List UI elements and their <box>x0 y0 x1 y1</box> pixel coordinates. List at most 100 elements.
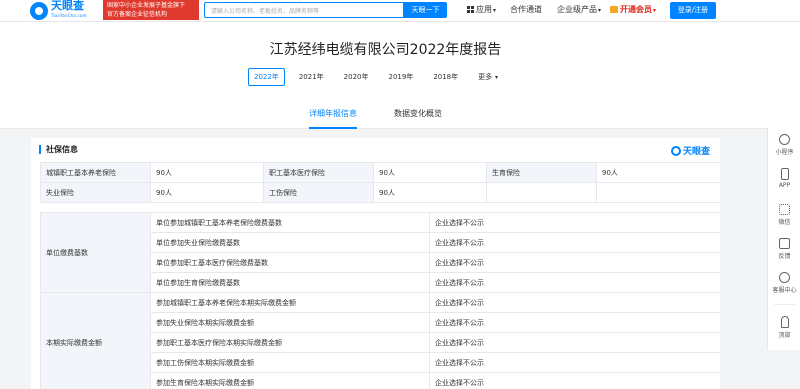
table-key-cell: 单位参加生育保险缴费基数 <box>150 272 430 293</box>
mini-program-button[interactable]: 小程序 <box>768 134 800 156</box>
table-value-cell: 企业选择不公示 <box>429 332 720 353</box>
chevron-down-icon: ▾ <box>653 7 657 14</box>
feedback-button[interactable]: 反馈 <box>768 238 800 260</box>
search-input[interactable]: 请输入公司名称、老板姓名、品牌名称等 <box>204 2 404 18</box>
table-key-cell: 生育保险 <box>486 162 597 183</box>
chevron-down-icon: ▾ <box>493 74 499 81</box>
watermark-text: 天眼查 <box>682 147 710 157</box>
year-selector: 2022年 2021年 2020年 2019年 2018年 更多 ▾ <box>248 68 512 86</box>
login-register-button[interactable]: 登录/注册 <box>670 2 716 19</box>
table-row: 城镇职工基本养老保险 90人 职工基本医疗保险 90人 生育保险 90人 <box>40 162 720 183</box>
logo-eye-icon <box>670 145 681 156</box>
table-key-cell: 单位参加失业保险缴费基数 <box>150 232 430 253</box>
table-value-cell: 企业选择不公示 <box>429 352 720 373</box>
logo-eye-icon <box>30 2 48 20</box>
page-title: 江苏经纬电缆有限公司2022年度报告 <box>269 42 502 58</box>
table-key-cell: 参加失业保险本期实际缴费金额 <box>150 312 430 333</box>
table-row: 本期实际缴费金额 参加城镇职工基本养老保险本期实际缴费金额 企业选择不公示 <box>40 292 720 389</box>
qr-code-icon <box>779 204 790 215</box>
back-to-top-button[interactable]: 顶部 <box>768 316 800 339</box>
sidebar-divider <box>774 304 795 305</box>
rocket-icon <box>780 316 789 328</box>
tab-data-changes[interactable]: 数据变化概览 <box>394 108 442 129</box>
customer-service-button[interactable]: 客服中心 <box>768 272 800 294</box>
table-value-cell: 企业选择不公示 <box>429 232 720 253</box>
nav-apps[interactable]: 应用▾ <box>467 0 496 22</box>
floating-toolbar: 小程序 APP 微信 反馈 客服中心 顶部 <box>767 128 800 350</box>
table-key-cell: 参加生育保险本期实际缴费金额 <box>150 372 430 389</box>
tab-detailed-report[interactable]: 详细年报信息 <box>309 108 357 129</box>
logo-text: 天眼查 <box>51 0 84 12</box>
table-key-cell: 参加职工基本医疗保险本期实际缴费金额 <box>150 332 430 353</box>
social-insurance-card: 社保信息 天眼查 城镇职工基本养老保险 90人 职工基本医疗保险 90人 生育保… <box>31 138 720 389</box>
table-value-cell: 90人 <box>150 162 264 183</box>
chevron-down-icon: ▾ <box>493 7 497 14</box>
sidebar-label: 微信 <box>778 219 791 226</box>
sidebar-label: 客服中心 <box>772 287 797 294</box>
report-tabs: 详细年报信息 数据变化概览 <box>0 108 771 129</box>
table-value-cell: 90人 <box>373 162 487 183</box>
year-tab-2019[interactable]: 2019年 <box>382 68 419 86</box>
more-label: 更多 <box>478 73 493 81</box>
table-row: 失业保险 90人 工伤保险 90人 <box>40 182 720 203</box>
table-empty-cell <box>596 182 720 203</box>
section-title: 社保信息 <box>39 145 78 154</box>
table-key-cell: 参加工伤保险本期实际缴费金额 <box>150 352 430 373</box>
table-key-cell: 参加城镇职工基本养老保险本期实际缴费金额 <box>150 292 430 313</box>
sidebar-label: 反馈 <box>778 253 791 260</box>
report-header: 江苏经纬电缆有限公司2022年度报告 2022年 2021年 2020年 201… <box>0 22 800 129</box>
table-value-cell: 企业选择不公示 <box>429 372 720 389</box>
payment-table: 单位缴费基数 单位参加城镇职工基本养老保险缴费基数 企业选择不公示 单位参加失业… <box>40 212 720 389</box>
table-value-cell: 企业选择不公示 <box>429 212 720 233</box>
table-key-cell: 单位参加城镇职工基本养老保险缴费基数 <box>150 212 430 233</box>
year-tab-more[interactable]: 更多 ▾ <box>472 68 504 86</box>
table-key-cell: 职工基本医疗保险 <box>263 162 374 183</box>
table-value-cell: 企业选择不公示 <box>429 292 720 313</box>
feedback-icon <box>779 238 790 249</box>
nav-apps-label: 应用 <box>476 5 492 14</box>
wechat-button[interactable]: 微信 <box>768 204 800 226</box>
nav-vip-label: 开通会员 <box>620 5 652 14</box>
year-tab-2022[interactable]: 2022年 <box>248 68 285 86</box>
grid-icon <box>467 6 474 13</box>
nav-open-vip[interactable]: 开通会员▾ <box>610 0 656 22</box>
table-value-cell: 90人 <box>150 182 264 203</box>
table-value-cell: 企业选择不公示 <box>429 272 720 293</box>
sidebar-label: 小程序 <box>775 149 794 156</box>
table-value-cell: 90人 <box>596 162 720 183</box>
table-value-cell: 90人 <box>373 182 487 203</box>
table-key-cell: 工伤保险 <box>263 182 374 203</box>
phone-icon <box>780 168 789 180</box>
table-key-cell: 城镇职工基本养老保险 <box>40 162 151 183</box>
table-key-cell: 失业保险 <box>40 182 151 203</box>
app-button[interactable]: APP <box>768 168 800 189</box>
search-button[interactable]: 天眼一下 <box>404 2 447 18</box>
group-label-cell: 本期实际缴费金额 <box>40 292 151 389</box>
site-logo[interactable]: 天眼查 TianYanCha.com <box>30 0 87 22</box>
headset-icon <box>779 272 790 283</box>
promo-banner[interactable]: 国家中小企业发展子基金旗下 官方备案企业征信机构 <box>103 0 199 20</box>
year-tab-2018[interactable]: 2018年 <box>427 68 464 86</box>
vip-crown-icon <box>610 6 618 13</box>
nav-products-label: 企业级产品 <box>557 5 597 14</box>
nav-enterprise-products[interactable]: 企业级产品▾ <box>557 0 601 22</box>
year-tab-2021[interactable]: 2021年 <box>293 68 330 86</box>
mini-program-icon <box>779 134 790 145</box>
table-key-cell: 单位参加职工基本医疗保险缴费基数 <box>150 252 430 273</box>
nav-cooperation[interactable]: 合作通道 <box>510 0 542 22</box>
tianyancha-watermark: 天眼查 <box>670 144 710 157</box>
year-tab-2020[interactable]: 2020年 <box>338 68 375 86</box>
promo-line-2: 官方备案企业征信机构 <box>107 11 168 18</box>
insurance-count-table: 城镇职工基本养老保险 90人 职工基本医疗保险 90人 生育保险 90人 失业保… <box>40 162 720 203</box>
table-row: 单位缴费基数 单位参加城镇职工基本养老保险缴费基数 企业选择不公示 <box>40 212 720 293</box>
table-empty-cell <box>486 182 597 203</box>
sidebar-label: 顶部 <box>778 332 791 339</box>
logo-subtext: TianYanCha.com <box>51 13 87 18</box>
group-label-cell: 单位缴费基数 <box>40 212 151 293</box>
top-bar: 天眼查 TianYanCha.com 国家中小企业发展子基金旗下 官方备案企业征… <box>0 0 800 22</box>
chevron-down-icon: ▾ <box>598 7 602 14</box>
table-value-cell: 企业选择不公示 <box>429 312 720 333</box>
sidebar-label: APP <box>778 182 791 189</box>
table-value-cell: 企业选择不公示 <box>429 252 720 273</box>
promo-line-1: 国家中小企业发展子基金旗下 <box>107 2 186 9</box>
